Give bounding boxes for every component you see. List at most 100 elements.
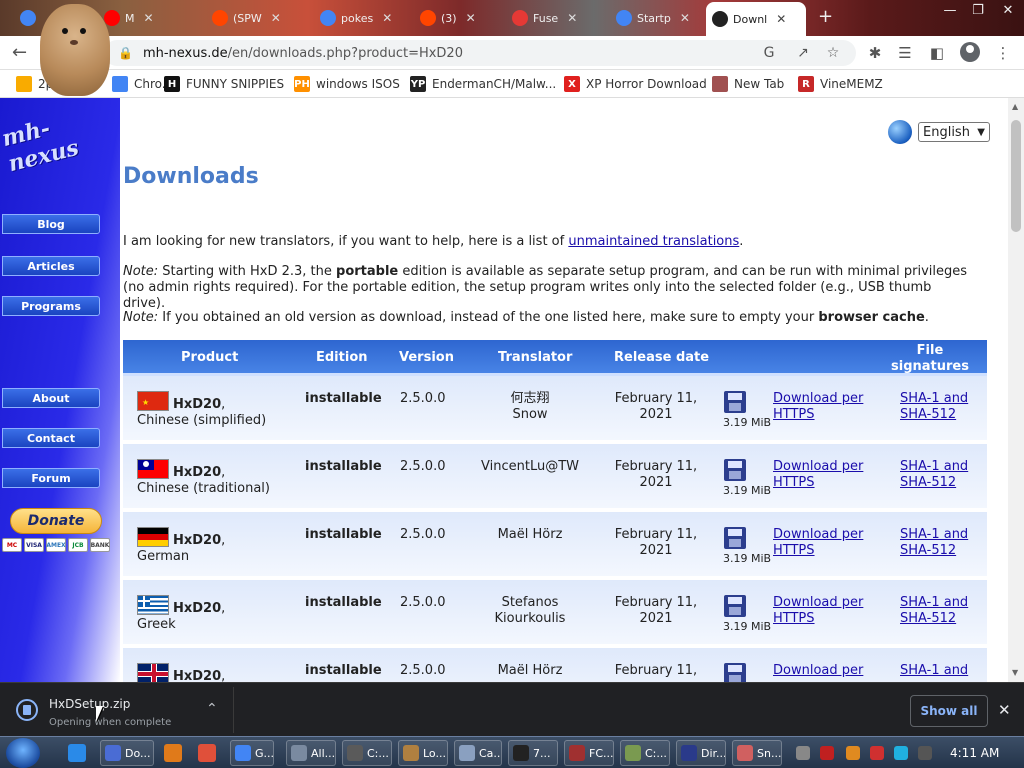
browser-tab[interactable]: Fuse ✕ xyxy=(506,4,602,32)
browser-tab[interactable]: pokes ✕ xyxy=(314,4,406,32)
bookmark-label: EndermanCH/Malw... xyxy=(432,77,557,91)
nav-about[interactable]: About xyxy=(2,388,100,408)
download-https-link[interactable]: Download per HTTPS xyxy=(773,459,863,491)
app-icon xyxy=(459,745,475,761)
floppy-disk-icon[interactable] xyxy=(724,595,746,617)
bookmark-item[interactable]: New Tab xyxy=(712,76,784,92)
site-logo[interactable]: mh-nexus xyxy=(0,99,125,177)
taskbar-app[interactable]: 7... xyxy=(508,740,558,766)
scrollbar-thumb[interactable] xyxy=(1011,120,1021,232)
floppy-disk-icon[interactable] xyxy=(724,459,746,481)
floppy-disk-icon[interactable] xyxy=(724,663,746,682)
close-icon[interactable]: ✕ xyxy=(998,701,1011,719)
nav-forum[interactable]: Forum xyxy=(2,468,100,488)
page-scrollbar[interactable]: ▲ ▼ xyxy=(1008,98,1024,682)
globe-icon xyxy=(888,120,912,144)
tray-icon-2[interactable] xyxy=(820,746,834,760)
taskbar-app[interactable]: Ca... xyxy=(454,740,502,766)
taskbar-app[interactable]: Sn... xyxy=(732,740,782,766)
tab-close-icon[interactable]: ✕ xyxy=(382,11,392,25)
tab-close-icon[interactable]: ✕ xyxy=(144,11,154,25)
tab-close-icon[interactable]: ✕ xyxy=(271,11,281,25)
nav-articles[interactable]: Articles xyxy=(2,256,100,276)
tray-icon-1[interactable] xyxy=(796,746,810,760)
menu-dots-icon[interactable]: ⋮ xyxy=(992,42,1014,64)
tab-close-icon[interactable]: ✕ xyxy=(680,11,690,25)
taskbar-app[interactable]: FC... xyxy=(564,740,614,766)
browser-tab[interactable]: Startp ✕ xyxy=(610,4,698,32)
bookmark-item[interactable]: YP EndermanCH/Malw... xyxy=(410,76,556,92)
sha-signatures-link[interactable]: SHA-1 and SHA-512 xyxy=(900,459,968,491)
google-lens-icon[interactable]: G xyxy=(760,44,778,62)
profile-avatar[interactable] xyxy=(960,42,980,62)
restore-button[interactable]: ❐ xyxy=(964,0,992,20)
scroll-up-icon[interactable]: ▲ xyxy=(1012,102,1018,111)
back-arrow-icon[interactable]: ← xyxy=(12,42,27,63)
bookmark-item[interactable]: R VineMEMZ xyxy=(798,76,883,92)
sha-signatures-link[interactable]: SHA-1 and SHA-512 xyxy=(900,527,968,559)
minimize-button[interactable]: — xyxy=(936,0,964,20)
sha-signatures-link[interactable]: SHA-1 and SHA-512 xyxy=(900,595,968,627)
tray-flag-icon[interactable] xyxy=(870,746,884,760)
taskbar-app[interactable]: G... xyxy=(230,740,274,766)
floppy-disk-icon[interactable] xyxy=(724,391,746,413)
nav-contact[interactable]: Contact xyxy=(2,428,100,448)
browser-tab[interactable]: M ✕ xyxy=(98,4,194,32)
browser-tab[interactable]: (SPW ✕ xyxy=(206,4,306,32)
show-all-button[interactable]: Show all xyxy=(910,695,988,727)
reddit-icon xyxy=(212,10,228,26)
internet-explorer-icon[interactable] xyxy=(68,744,86,762)
lock-icon[interactable]: 🔒 xyxy=(118,46,133,60)
new-tab-button[interactable]: + xyxy=(818,6,833,27)
nav-blog[interactable]: Blog xyxy=(2,214,100,234)
tray-icon-3[interactable] xyxy=(846,746,860,760)
bookmark-item[interactable]: X XP Horror Download xyxy=(564,76,707,92)
tray-network-icon[interactable] xyxy=(894,746,908,760)
nav-programs[interactable]: Programs xyxy=(2,296,100,316)
taskbar-app[interactable]: All... xyxy=(286,740,336,766)
download-https-link[interactable]: Download per HTTPS xyxy=(773,527,863,559)
taskbar-app[interactable]: Do... xyxy=(100,740,154,766)
file-size: 3.19 MiB xyxy=(723,484,772,497)
tab-close-icon[interactable]: ✕ xyxy=(567,11,577,25)
taskbar-app[interactable]: Lo... xyxy=(398,740,448,766)
close-window-button[interactable]: ✕ xyxy=(994,0,1022,20)
taskbar-app[interactable]: Dir... xyxy=(676,740,726,766)
scroll-down-icon[interactable]: ▼ xyxy=(1012,668,1018,677)
tab-close-icon[interactable]: ✕ xyxy=(776,12,786,26)
tab-label: Downl xyxy=(733,12,768,26)
chevron-up-icon[interactable]: ⌃ xyxy=(206,701,218,717)
header-translator: Translator xyxy=(498,350,573,365)
taskbar-app[interactable]: C:... xyxy=(342,740,392,766)
extensions-icon[interactable]: ✱ xyxy=(864,42,886,64)
share-icon[interactable]: ↗ xyxy=(794,44,812,62)
taskbar-app-label: Lo... xyxy=(423,746,446,760)
bookmark-item[interactable]: H FUNNY SNIPPIES xyxy=(164,76,284,92)
browser-tab[interactable]: (3) ✕ xyxy=(414,4,498,32)
folder-icon xyxy=(16,76,32,92)
sha-signatures-link[interactable]: SHA-1 and xyxy=(900,663,968,679)
start-button[interactable] xyxy=(6,738,40,768)
release-date-cell: February 11, 2021 xyxy=(614,459,698,490)
app-pinned-icon[interactable] xyxy=(198,744,216,762)
taskbar-app[interactable]: C:... xyxy=(620,740,670,766)
unmaintained-translations-link[interactable]: unmaintained translations xyxy=(568,234,739,249)
address-bar[interactable]: 🔒 mh-nexus.de/en/downloads.php?product=H… xyxy=(104,40,856,66)
taskbar-app-label: Dir... xyxy=(701,746,726,760)
media-player-icon[interactable] xyxy=(164,744,182,762)
language-select[interactable]: English ▼ xyxy=(918,122,990,142)
tab-close-icon[interactable]: ✕ xyxy=(466,11,476,25)
sha-signatures-link[interactable]: SHA-1 and SHA-512 xyxy=(900,391,968,423)
browser-tab[interactable]: Downl ✕ xyxy=(706,2,806,36)
bookmark-item[interactable]: PH windows ISOS xyxy=(294,76,400,92)
star-icon[interactable]: ☆ xyxy=(824,44,842,62)
download-https-link[interactable]: Download per HTTPS xyxy=(773,391,863,423)
tray-volume-icon[interactable] xyxy=(918,746,932,760)
download-https-link[interactable]: Download per HTTPS xyxy=(773,595,863,627)
side-panel-icon[interactable]: ◧ xyxy=(926,42,948,64)
reading-list-icon[interactable]: ☰ xyxy=(894,42,916,64)
download-item[interactable]: HxDSetup.zip Opening when complete ⌃ xyxy=(8,687,234,733)
floppy-disk-icon[interactable] xyxy=(724,527,746,549)
donate-button[interactable]: Donate xyxy=(10,508,102,534)
download-https-link[interactable]: Download per xyxy=(773,663,863,679)
